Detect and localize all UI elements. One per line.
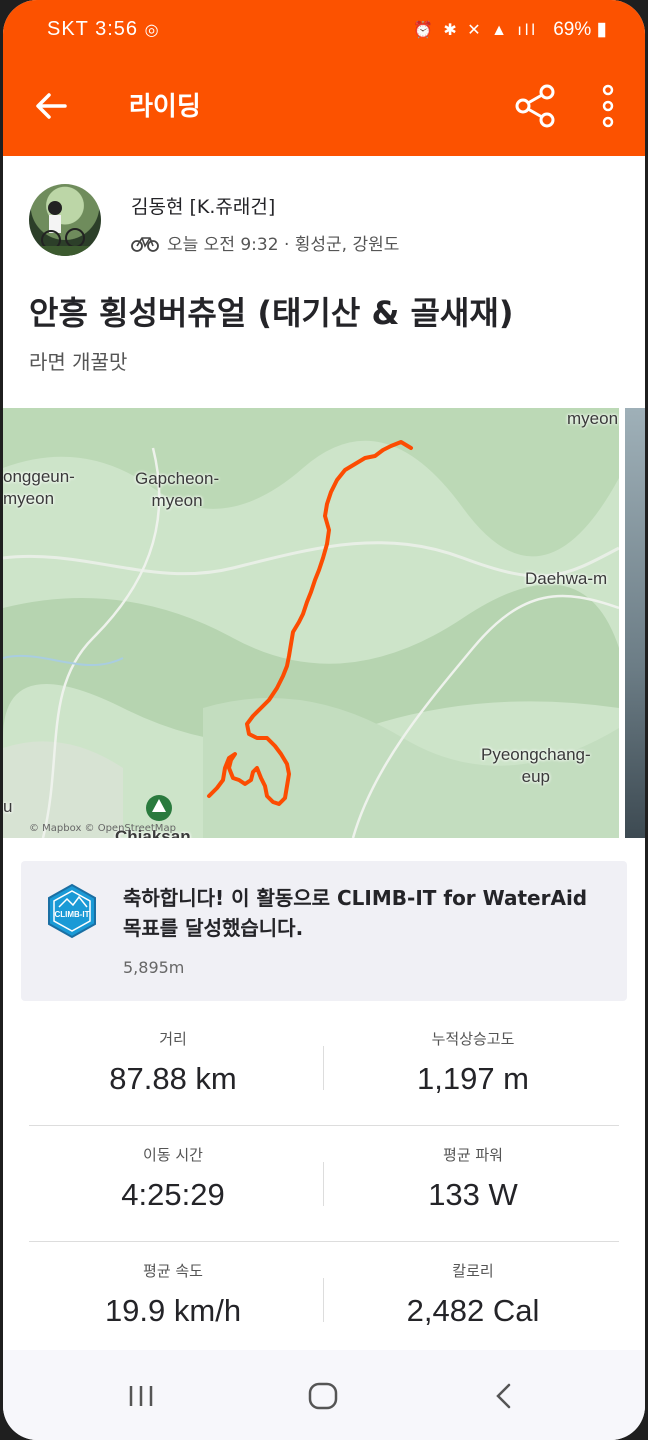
- nav-back-icon[interactable]: [493, 1382, 515, 1410]
- battery-icon: ▮: [596, 19, 607, 40]
- more-options-icon[interactable]: [595, 82, 621, 130]
- activity-time-location: 오늘 오전 9:32 · 횡성군, 강원도: [167, 235, 400, 255]
- stat-elevation: 누적상승고도 1,197 m: [323, 1028, 623, 1097]
- battery-level: 69%: [553, 19, 592, 40]
- activity-meta: 오늘 오전 9:32 · 횡성군, 강원도: [131, 230, 399, 255]
- map-label-pyeongchang: Pyeongchang- eup: [481, 745, 591, 786]
- avatar-figure-icon: [29, 201, 101, 256]
- stat-label: 누적상승고도: [431, 1030, 515, 1048]
- row-divider: [29, 1125, 619, 1126]
- stat-calories: 칼로리 2,482 Cal: [323, 1260, 623, 1329]
- goal-achievement-card[interactable]: CLIMB-IT 축하합니다! 이 활동으로 CLIMB-IT for Wate…: [21, 861, 627, 1001]
- stat-value: 87.88 km: [109, 1061, 237, 1096]
- map-label-gapcheon: Gapcheon- myeon: [135, 469, 220, 510]
- map-label-u: u: [3, 797, 13, 816]
- map-label-onggeun: onggeun- myeon: [3, 467, 75, 508]
- stat-label: 칼로리: [452, 1262, 494, 1280]
- activity-content: 김동현 [K.쥬래건] 오늘 오전 9:32 · 횡성군, 강원도 안흥 횡성버…: [3, 156, 645, 1350]
- route-map[interactable]: myeon onggeun- myeon Gapcheon- myeon Dae…: [3, 408, 619, 838]
- map-attribution: © Mapbox © OpenStreetMap: [29, 823, 176, 834]
- stat-avg-speed: 평균 속도 19.9 km/h: [23, 1260, 323, 1329]
- stat-label: 거리: [159, 1030, 187, 1048]
- status-right: ⏰ ✱ ✕ ▲ ıll 69% ▮: [413, 18, 607, 41]
- bike-icon: [131, 236, 159, 252]
- share-icon[interactable]: [511, 82, 559, 130]
- phone-screen: SKT 3:56 ◎ ⏰ ✱ ✕ ▲ ıll 69% ▮ 라이딩 김동현 [K.…: [3, 0, 645, 1440]
- map-label-daehwa: Daehwa-m: [525, 569, 608, 588]
- page-title: 라이딩: [129, 92, 201, 122]
- svg-text:CLIMB-IT: CLIMB-IT: [54, 910, 89, 919]
- stat-value: 2,482 Cal: [406, 1293, 540, 1328]
- recent-apps-icon[interactable]: [127, 1384, 155, 1408]
- activity-description: 라면 개꿀맛: [29, 350, 128, 374]
- status-bar: SKT 3:56 ◎ ⏰ ✱ ✕ ▲ ıll 69% ▮: [3, 0, 645, 56]
- app-bar: 라이딩: [3, 56, 645, 156]
- author-name[interactable]: 김동현 [K.쥬래건]: [131, 192, 275, 219]
- avatar[interactable]: [29, 184, 101, 256]
- stat-avg-power: 평균 파워 133 W: [323, 1144, 623, 1213]
- instagram-icon: ◎: [144, 22, 160, 39]
- home-icon[interactable]: [307, 1380, 339, 1412]
- stat-label: 평균 파워: [443, 1146, 503, 1164]
- goal-message: 축하합니다! 이 활동으로 CLIMB-IT for WaterAid 목표를 …: [123, 886, 588, 940]
- route-polyline: [207, 440, 413, 806]
- activity-title: 안흥 횡성버츄얼 (태기산 & 골새재): [29, 294, 514, 332]
- clock: 3:56: [95, 18, 139, 40]
- stat-label: 평균 속도: [143, 1262, 203, 1280]
- stat-distance: 거리 87.88 km: [23, 1028, 323, 1097]
- status-left: SKT 3:56 ◎: [47, 18, 160, 41]
- stat-moving-time: 이동 시간 4:25:29: [23, 1144, 323, 1213]
- goal-value: 5,895m: [123, 958, 185, 977]
- stat-label: 이동 시간: [143, 1146, 203, 1164]
- carrier: SKT: [47, 18, 89, 40]
- activity-photo-thumbnail[interactable]: [625, 408, 645, 838]
- stat-value: 133 W: [428, 1177, 518, 1212]
- system-nav-bar: [3, 1350, 645, 1440]
- system-status-icons: ⏰ ✱ ✕ ▲ ıll: [413, 22, 538, 39]
- stat-value: 1,197 m: [416, 1061, 529, 1096]
- row-divider: [29, 1241, 619, 1242]
- stat-value: 19.9 km/h: [104, 1293, 242, 1328]
- stat-value: 4:25:29: [121, 1177, 225, 1212]
- climbit-badge-icon: CLIMB-IT: [48, 883, 96, 939]
- map-label-myeon: myeon: [567, 409, 619, 428]
- back-arrow-icon[interactable]: [33, 88, 69, 124]
